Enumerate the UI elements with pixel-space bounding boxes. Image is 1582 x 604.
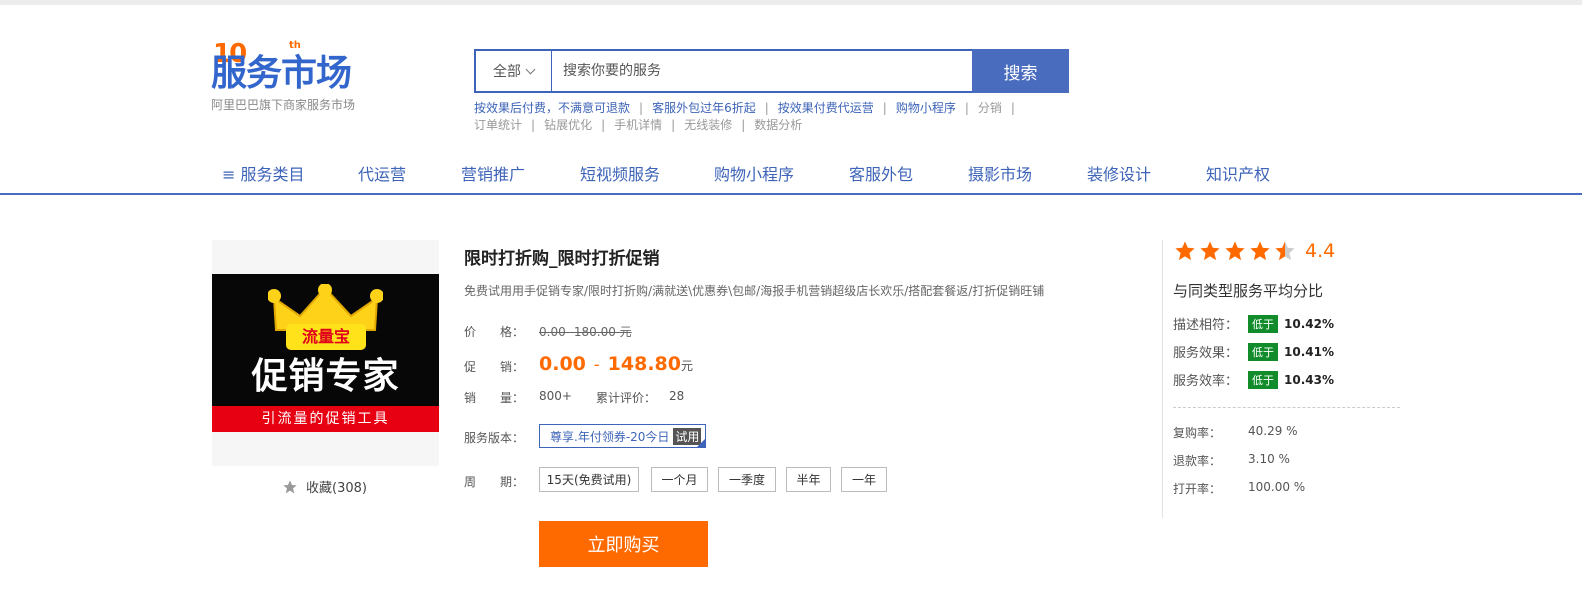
rate-value: 100.00 %: [1248, 480, 1306, 494]
metric-row: 服务效率： 低于 10.43%: [1173, 370, 1334, 389]
hot-links: 按效果后付费，不满意可退款 | 客服外包过年6折起 | 按效果付费代运营 | 购物小程…: [474, 100, 1015, 134]
product-title: 限时打折购_限时打折促销: [464, 249, 660, 269]
main-nav: ≡ 服务类目 代运营 营销推广 短视频服务 购物小程序 客服外包 摄影市场 装修…: [0, 156, 1582, 195]
selected-corner-icon: [697, 439, 706, 447]
search-bar: 全部 搜索: [474, 49, 1069, 93]
logo-anniversary-suffix: th: [289, 40, 301, 51]
metric-row: 服务效果： 低于 10.41%: [1173, 342, 1334, 361]
favorite-count: 收藏(308): [306, 481, 367, 496]
metric-value: 10.43%: [1284, 372, 1334, 387]
promo-price: 0.00-148.80元: [539, 353, 693, 375]
divider: [1173, 407, 1400, 408]
metric-label: 服务效率：: [1173, 374, 1239, 389]
search-category-label: 全部: [493, 64, 521, 80]
period-label: 周 期：: [464, 475, 525, 489]
star-full-icon: [1250, 241, 1270, 261]
hot-link[interactable]: 订单统计: [474, 117, 522, 134]
nav-item-short-video[interactable]: 短视频服务: [580, 164, 660, 186]
rate-row: 退款率： 3.10 %: [1173, 452, 1290, 469]
hot-link[interactable]: 购物小程序: [896, 100, 956, 117]
version-option-selected[interactable]: 尊享.年付领券-20今日 试用: [539, 424, 707, 448]
product-description: 免费试用用手促销专家/限时打折购/满就送\优惠券\包邮/海报手机营销超级店长欢乐…: [464, 284, 1045, 298]
nav-item-customer-service[interactable]: 客服外包: [849, 164, 913, 186]
promo-price-dash: -: [593, 355, 600, 374]
reviews-label: 累计评价：: [596, 391, 657, 405]
star-half-icon: [1275, 241, 1295, 261]
rating-stars: [1174, 240, 1296, 262]
logo-subtitle: 阿里巴巴旗下商家服务市场: [211, 98, 356, 112]
nav-item-ip[interactable]: 知识产权: [1206, 164, 1270, 186]
metric-value: 10.42%: [1284, 316, 1334, 331]
product-headline: 促销专家: [251, 356, 400, 397]
hot-link[interactable]: 数据分析: [754, 117, 802, 134]
metric-badge: 低于: [1248, 342, 1278, 361]
product-subline: 引流量的促销工具: [212, 406, 439, 432]
period-option[interactable]: 15天(免费试用): [539, 467, 639, 492]
compare-title: 与同类型服务平均分比: [1173, 282, 1324, 300]
metric-row: 描述相符： 低于 10.42%: [1173, 314, 1334, 333]
hot-link[interactable]: 无线装修: [684, 117, 732, 134]
hot-link[interactable]: 客服外包过年6折起: [652, 100, 756, 117]
hot-link[interactable]: 手机详情: [614, 117, 662, 134]
search-input[interactable]: [552, 51, 972, 91]
nav-item-operation[interactable]: 代运营: [358, 164, 406, 186]
product-image[interactable]: 流量宝 促销专家 引流量的促销工具: [212, 240, 439, 466]
logo-title: 服务市场: [211, 53, 352, 94]
hot-link[interactable]: 按效果后付费，不满意可退款: [474, 100, 630, 117]
hot-link[interactable]: 分销: [978, 100, 1002, 117]
search-button[interactable]: 搜索: [972, 49, 1069, 93]
metric-label: 服务效果：: [1173, 346, 1239, 361]
product-badge: 流量宝: [286, 324, 366, 350]
top-strip: [0, 0, 1582, 5]
period-option[interactable]: 半年: [786, 467, 831, 492]
product-banner: 流量宝 促销专家 引流量的促销工具: [212, 274, 439, 432]
search-category-select[interactable]: 全部: [476, 51, 552, 91]
star-full-icon: [1175, 241, 1195, 261]
original-price: 0.00 -180.00 元: [539, 325, 632, 339]
metric-badge: 低于: [1248, 370, 1278, 389]
price-label: 价 格：: [464, 325, 525, 339]
chevron-down-icon: [525, 64, 536, 74]
buy-now-button[interactable]: 立即购买: [539, 521, 708, 567]
rate-value: 40.29 %: [1248, 424, 1298, 438]
sales-value: 800+: [539, 389, 572, 403]
promo-price-unit: 元: [681, 359, 694, 373]
nav-item-decoration[interactable]: 装修设计: [1087, 164, 1151, 186]
period-option[interactable]: 一季度: [718, 467, 776, 492]
nav-item-service-categories[interactable]: ≡ 服务类目: [222, 164, 305, 186]
promo-label: 促 销：: [464, 360, 525, 374]
hot-link[interactable]: 钻展优化: [544, 117, 592, 134]
rate-label: 复购率：: [1173, 426, 1222, 440]
version-label: 服务版本：: [464, 431, 525, 445]
promo-price-high: 148.80: [607, 353, 681, 375]
metric-label: 描述相符：: [1173, 318, 1239, 333]
nav-item-mini-program[interactable]: 购物小程序: [714, 164, 794, 186]
rate-label: 打开率：: [1173, 482, 1222, 496]
rate-row: 复购率： 40.29 %: [1173, 424, 1298, 441]
nav-item-photography[interactable]: 摄影市场: [968, 164, 1032, 186]
period-option[interactable]: 一年: [841, 467, 887, 492]
metric-value: 10.41%: [1284, 344, 1334, 359]
logo[interactable]: 10 th 服务市场 阿里巴巴旗下商家服务市场: [211, 40, 381, 115]
star-full-icon: [1200, 241, 1220, 261]
rate-row: 打开率： 100.00 %: [1173, 480, 1305, 497]
favorite-button[interactable]: 收藏(308): [282, 477, 367, 496]
star-full-icon: [1225, 241, 1245, 261]
rate-value: 3.10 %: [1248, 452, 1290, 466]
version-option-label: 尊享.年付领券-20今日: [550, 429, 670, 444]
rating-score: 4.4: [1305, 240, 1336, 262]
nav-item-marketing[interactable]: 营销推广: [461, 164, 525, 186]
reviews-value[interactable]: 28: [669, 389, 684, 403]
metric-badge: 低于: [1248, 314, 1278, 333]
star-icon: [283, 479, 297, 493]
sales-label: 销 量：: [464, 391, 525, 405]
rate-label: 退款率：: [1173, 454, 1222, 468]
hot-link[interactable]: 按效果付费代运营: [778, 100, 874, 117]
period-option[interactable]: 一个月: [651, 467, 708, 492]
promo-price-low: 0.00: [539, 353, 586, 375]
menu-icon: ≡: [222, 165, 241, 184]
